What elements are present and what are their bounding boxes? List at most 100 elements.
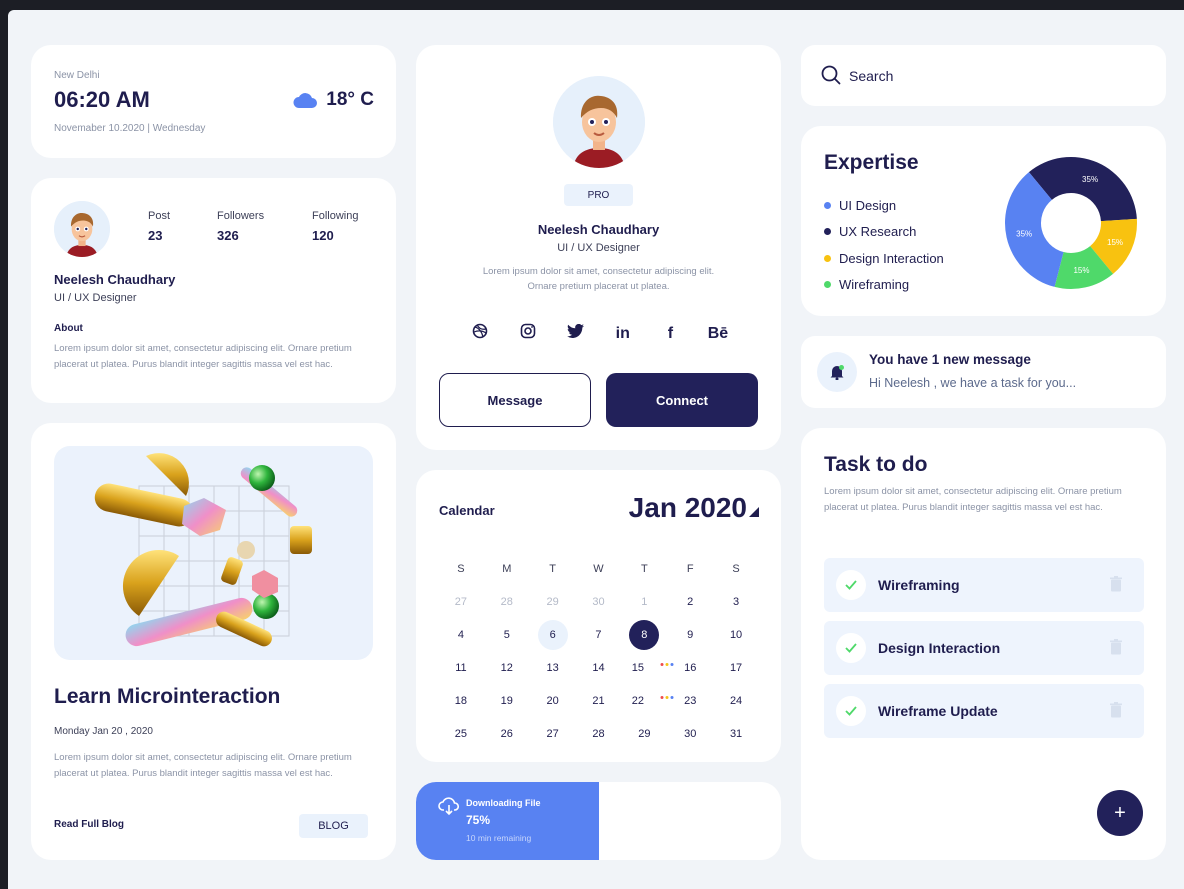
- calendar-day[interactable]: 12: [484, 651, 530, 684]
- calendar-day-number: 14: [592, 661, 605, 674]
- message-button[interactable]: Message: [439, 373, 591, 427]
- calendar-day[interactable]: 23: [667, 684, 713, 717]
- add-task-button[interactable]: +: [1097, 790, 1143, 836]
- calendar-day[interactable]: 10: [713, 618, 759, 651]
- profile-name: Neelesh Chaudhary: [54, 272, 176, 287]
- avatar[interactable]: [553, 76, 645, 168]
- calendar-day[interactable]: 26: [484, 717, 530, 750]
- weather-time: 06:20 AM: [54, 87, 150, 112]
- calendar-day[interactable]: 19: [484, 684, 530, 717]
- dribbble-icon[interactable]: [468, 323, 492, 344]
- calendar-day[interactable]: 18: [438, 684, 484, 717]
- stat-following: Following 120: [312, 210, 358, 243]
- calendar-day-number: 2: [687, 595, 694, 608]
- calendar-day-number: 17: [729, 661, 743, 674]
- calendar-day[interactable]: 24: [713, 684, 759, 717]
- facebook-icon[interactable]: f: [658, 325, 682, 343]
- calendar-day-number: 11: [455, 661, 467, 674]
- task-label: Design Interaction: [878, 640, 1001, 656]
- calendar-day-number: 10: [729, 628, 743, 641]
- trash-icon[interactable]: [1110, 639, 1122, 655]
- calendar-day-outside[interactable]: 1: [621, 585, 667, 618]
- connect-button[interactable]: Connect: [606, 373, 758, 427]
- calendar-day[interactable]: 9: [667, 618, 713, 651]
- calendar-day-selected[interactable]: 8: [621, 618, 667, 651]
- search-bar[interactable]: Search: [801, 45, 1166, 106]
- read-full-blog-link[interactable]: Read Full Blog: [54, 819, 124, 830]
- calendar-day[interactable]: 31: [713, 717, 759, 750]
- calendar-day[interactable]: 21: [576, 684, 622, 717]
- calendar-day[interactable]: 4: [438, 618, 484, 651]
- calendar-day[interactable]: 3: [713, 585, 759, 618]
- instagram-icon[interactable]: [516, 323, 540, 344]
- task-checkbox[interactable]: [836, 696, 866, 726]
- profile-role: UI / UX Designer: [557, 242, 640, 254]
- blog-card: Learn Microinteraction Monday Jan 20 , 2…: [31, 423, 396, 860]
- task-checkbox[interactable]: [836, 633, 866, 663]
- calendar-day-outside[interactable]: 29: [530, 585, 576, 618]
- task-item[interactable]: Wireframing: [824, 558, 1144, 612]
- calendar-day[interactable]: 28: [576, 717, 622, 750]
- calendar-day[interactable]: 25: [438, 717, 484, 750]
- bell-icon: [830, 365, 844, 380]
- trash-icon[interactable]: [1110, 576, 1122, 592]
- calendar-day[interactable]: 11: [438, 651, 484, 684]
- calendar-day[interactable]: 17: [713, 651, 759, 684]
- profile-summary-card: Post 23 Followers 326 Following 120 Neel…: [31, 178, 396, 403]
- task-checkbox[interactable]: [836, 570, 866, 600]
- calendar-day[interactable]: 22: [621, 684, 674, 717]
- calendar-day[interactable]: 20: [530, 684, 576, 717]
- blog-illustration: [54, 446, 373, 660]
- avatar[interactable]: [54, 201, 110, 257]
- calendar-day[interactable]: 29: [621, 717, 667, 750]
- calendar-day-number: 22: [631, 694, 644, 707]
- calendar-day[interactable]: 5: [484, 618, 530, 651]
- avatar-illustration: [54, 201, 110, 257]
- pro-badge: PRO: [564, 184, 633, 206]
- legend-item: UI Design: [824, 192, 944, 219]
- calendar-day-outside[interactable]: 30: [576, 585, 622, 618]
- calendar-day-number: 31: [729, 727, 743, 740]
- calendar-day[interactable]: 7: [576, 618, 622, 651]
- search-input[interactable]: Search: [849, 68, 893, 84]
- notification-text: Hi Neelesh , we have a task for you...: [869, 376, 1077, 390]
- calendar-day-today[interactable]: 6: [530, 618, 576, 651]
- calendar-day-number: 4: [457, 628, 464, 641]
- donut-slice: [1028, 157, 1137, 222]
- legend-label: Design Interaction: [839, 250, 944, 266]
- donut-slice-label: 15%: [1107, 238, 1123, 247]
- about-text: Lorem ipsum dolor sit amet, consectetur …: [54, 343, 352, 370]
- cloud-icon: [293, 93, 318, 108]
- calendar-day[interactable]: 30: [667, 717, 713, 750]
- caret-icon: [749, 507, 759, 517]
- dashboard-canvas: New Delhi 06:20 AM Novemaber 10.2020 | W…: [8, 10, 1184, 889]
- calendar-day[interactable]: 27: [530, 717, 576, 750]
- twitter-icon[interactable]: [563, 323, 587, 343]
- legend-swatch: [824, 281, 831, 289]
- avatar-illustration: [553, 76, 645, 168]
- calendar-day[interactable]: 16: [667, 651, 713, 684]
- task-item[interactable]: Design Interaction: [824, 621, 1144, 675]
- download-percent: 75%: [466, 813, 491, 827]
- calendar-day-outside[interactable]: 28: [484, 585, 530, 618]
- weekday-label: T: [640, 562, 648, 575]
- download-progress-fill: [416, 782, 600, 860]
- task-item[interactable]: Wireframe Update: [824, 684, 1144, 738]
- calendar-day[interactable]: 15: [621, 651, 674, 684]
- calendar-day-number: 3: [733, 595, 740, 608]
- donut-slice-label: 35%: [1016, 229, 1032, 238]
- calendar-day[interactable]: 13: [530, 651, 576, 684]
- calendar-month-selector[interactable]: Jan 2020: [629, 492, 759, 524]
- message-notification[interactable]: You have 1 new message Hi Neelesh , we h…: [801, 336, 1166, 408]
- linkedin-icon[interactable]: in: [611, 325, 635, 343]
- profile-role: UI / UX Designer: [54, 292, 137, 304]
- trash-icon[interactable]: [1110, 702, 1122, 718]
- calendar-day-outside[interactable]: 27: [438, 585, 484, 618]
- calendar-day-number: 16: [684, 661, 697, 674]
- blog-tag[interactable]: BLOG: [299, 814, 368, 838]
- calendar-day[interactable]: 14: [576, 651, 622, 684]
- behance-icon[interactable]: Bē: [706, 325, 730, 343]
- calendar-day-number: 26: [500, 727, 513, 740]
- calendar-day[interactable]: 2: [667, 585, 713, 618]
- stat-value: 23: [148, 228, 163, 243]
